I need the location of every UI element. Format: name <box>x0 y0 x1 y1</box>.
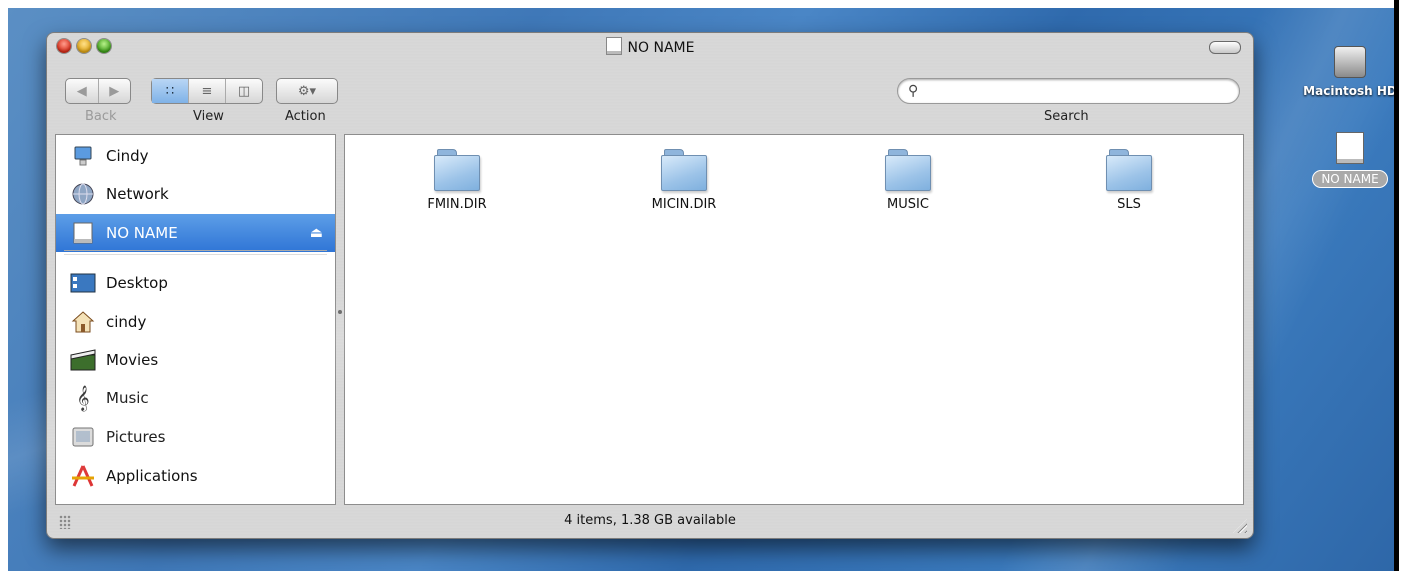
file-item-fmin-dir[interactable]: FMIN.DIR <box>397 147 517 212</box>
gear-icon: ⚙▾ <box>297 83 317 99</box>
sidebar-item-label: Cindy <box>106 147 149 165</box>
file-name: MUSIC <box>887 197 929 212</box>
file-item-micin-dir[interactable]: MICIN.DIR <box>624 147 744 212</box>
search-input[interactable] <box>926 82 1230 102</box>
desktop: NO NAME ◀ ▶ Back ∷ ≡ ◫ View ⚙▾ Action ⚲ … <box>8 8 1394 571</box>
network-globe-icon <box>70 181 96 207</box>
search-icon: ⚲ <box>908 83 919 99</box>
sidebar-item-cindy-computer[interactable]: Cindy <box>56 137 335 175</box>
sidebar-item-label: Applications <box>106 467 198 485</box>
back-forward-group: ◀ ▶ <box>65 78 131 104</box>
toolbar-toggle-button[interactable] <box>1209 41 1241 54</box>
sidebar-item-label: Pictures <box>106 428 166 446</box>
sidebar-item-label: NO NAME <box>106 224 178 242</box>
sidebar-item-desktop[interactable]: Desktop <box>56 264 335 302</box>
disk-icon <box>605 37 622 55</box>
sidebar-item-label: Network <box>106 185 169 203</box>
desktop-icon <box>70 270 96 296</box>
sidebar-item-label: Music <box>106 389 149 407</box>
view-group: ∷ ≡ ◫ <box>151 78 263 104</box>
back-button[interactable]: ◀ <box>66 79 99 103</box>
status-bar: 4 items, 1.38 GB available <box>47 507 1253 537</box>
back-label: Back <box>85 109 117 124</box>
file-name: MICIN.DIR <box>651 197 717 212</box>
icon-view-button[interactable]: ∷ <box>152 79 189 103</box>
sidebar-item-applications[interactable]: Applications <box>56 457 335 495</box>
file-name: SLS <box>1117 197 1141 212</box>
movies-icon <box>70 347 96 373</box>
desktop-icon-no-name[interactable]: NO NAME <box>1295 132 1394 188</box>
status-text: 4 items, 1.38 GB available <box>564 513 736 528</box>
window-title-wrap: NO NAME <box>47 37 1253 56</box>
back-arrow-icon: ◀ <box>76 83 87 99</box>
forward-button[interactable]: ▶ <box>99 79 131 103</box>
disk-icon <box>1336 132 1364 164</box>
pictures-icon <box>70 424 96 450</box>
search-field[interactable]: ⚲ <box>897 78 1240 104</box>
action-button[interactable]: ⚙▾ <box>277 79 337 103</box>
desktop-icon-macintosh-hd[interactable]: Macintosh HD <box>1295 46 1394 98</box>
folder-icon <box>661 147 707 191</box>
search-label: Search <box>1044 109 1089 124</box>
list-view-button[interactable]: ≡ <box>189 79 226 103</box>
file-icon-area: FMIN.DIR MICIN.DIR MUSIC SLS <box>344 134 1244 505</box>
folder-icon <box>885 147 931 191</box>
column-view-icon: ◫ <box>237 83 251 99</box>
eject-icon[interactable]: ⏏ <box>310 225 323 241</box>
view-label: View <box>193 109 224 124</box>
sidebar-item-label: Movies <box>106 351 159 369</box>
sidebar-item-music[interactable]: 𝄞 Music <box>56 379 335 417</box>
sidebar-item-home[interactable]: cindy <box>56 303 335 341</box>
sidebar-item-no-name[interactable]: NO NAME ⏏ <box>56 214 335 252</box>
hard-drive-icon <box>1334 46 1366 78</box>
file-name: FMIN.DIR <box>427 197 487 212</box>
computer-icon <box>70 143 96 169</box>
desktop-icon-label: NO NAME <box>1312 170 1388 188</box>
list-view-icon: ≡ <box>201 83 213 99</box>
sidebar-splitter[interactable] <box>336 134 344 505</box>
desktop-icon-label: Macintosh HD <box>1303 84 1394 98</box>
forward-arrow-icon: ▶ <box>109 83 120 99</box>
sidebar: Cindy Network NO NAME ⏏ Desktop cindy Mo… <box>55 134 336 505</box>
folder-icon <box>1106 147 1152 191</box>
music-icon: 𝄞 <box>76 385 90 411</box>
sidebar-item-movies[interactable]: Movies <box>56 341 335 379</box>
sidebar-item-label: Desktop <box>106 274 168 292</box>
home-icon <box>70 309 96 335</box>
sidebar-item-pictures[interactable]: Pictures <box>56 418 335 456</box>
file-item-sls[interactable]: SLS <box>1069 147 1189 212</box>
action-group: ⚙▾ <box>276 78 338 104</box>
finder-window: NO NAME ◀ ▶ Back ∷ ≡ ◫ View ⚙▾ Action ⚲ … <box>46 32 1254 539</box>
sidebar-item-network[interactable]: Network <box>56 175 335 213</box>
sidebar-grip-icon[interactable] <box>59 515 71 529</box>
screen-edge <box>1394 0 1399 571</box>
column-view-button[interactable]: ◫ <box>226 79 262 103</box>
folder-icon <box>434 147 480 191</box>
sidebar-divider <box>64 250 327 255</box>
sidebar-item-label: cindy <box>106 313 147 331</box>
icon-view-icon: ∷ <box>165 83 175 99</box>
window-title: NO NAME <box>627 40 695 56</box>
action-label: Action <box>285 109 326 124</box>
title-bar[interactable]: NO NAME <box>47 33 1253 57</box>
disk-icon <box>70 220 96 246</box>
applications-icon <box>70 463 96 489</box>
file-item-music[interactable]: MUSIC <box>848 147 968 212</box>
splitter-dot <box>338 310 342 314</box>
